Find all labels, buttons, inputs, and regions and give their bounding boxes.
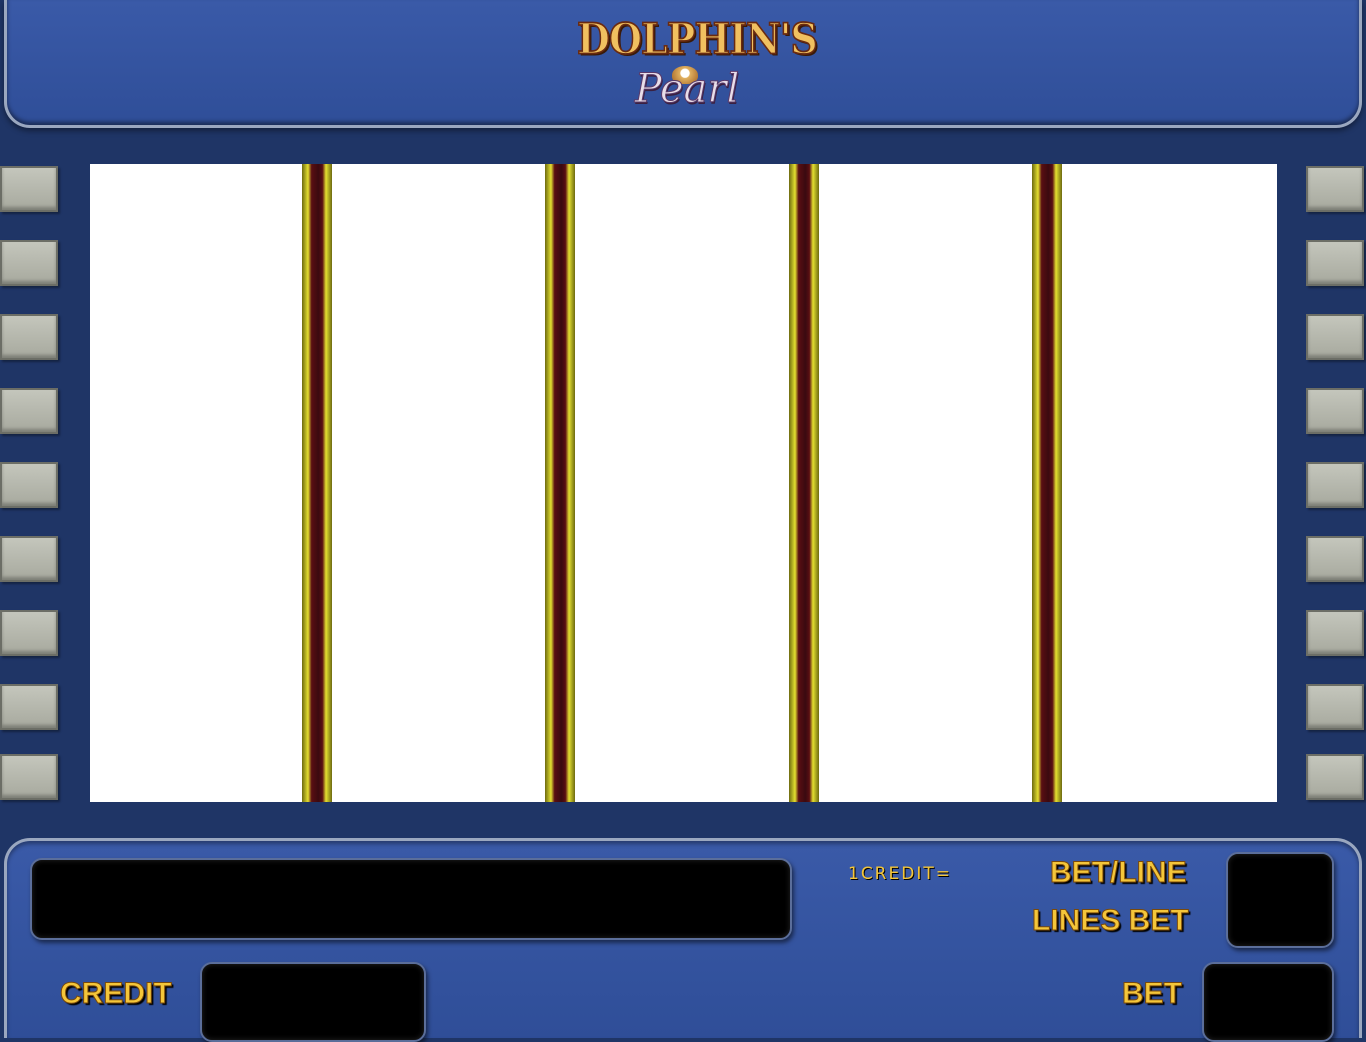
credit-label: CREDIT [60,977,173,1011]
credit-display [200,962,426,1042]
payline-marker-left[interactable] [0,536,58,582]
reel-window [90,164,1277,802]
payline-marker-left[interactable] [0,388,58,434]
payline-marker-left[interactable] [0,314,58,360]
payline-marker-right[interactable] [1306,536,1364,582]
game-logo: DOLPHIN'S Pearl [576,13,818,124]
payline-marker-left[interactable] [0,462,58,508]
reel-2 [332,164,545,802]
reel-5 [1062,164,1277,802]
reel-divider [545,164,575,802]
bet-display [1202,962,1334,1042]
reel-1 [90,164,302,802]
payline-marker-left[interactable] [0,166,58,212]
reel-divider [1032,164,1062,802]
payline-marker-right[interactable] [1306,240,1364,286]
payline-marker-right[interactable] [1306,314,1364,360]
logo-subtitle: Pearl [634,66,740,113]
payline-marker-left[interactable] [0,754,58,800]
payline-marker-right[interactable] [1306,388,1364,434]
bet-label: BET [1122,977,1183,1011]
reel-3 [575,164,789,802]
logo-title: DOLPHIN'S [576,13,818,64]
bet-lines-display [1226,852,1334,948]
reel-4 [819,164,1032,802]
payline-marker-right[interactable] [1306,610,1364,656]
reel-divider [789,164,819,802]
credit-value-label: 1CREDIT= [848,864,952,884]
top-banner: DOLPHIN'S Pearl [4,0,1362,128]
payline-marker-left[interactable] [0,240,58,286]
payline-marker-right[interactable] [1306,166,1364,212]
reel-divider [302,164,332,802]
payline-marker-left[interactable] [0,684,58,730]
payline-marker-right[interactable] [1306,684,1364,730]
payline-marker-left[interactable] [0,610,58,656]
bet-per-line-label: BET/LINE [1050,856,1188,890]
lines-bet-label: LINES BET [1032,904,1190,938]
message-display [30,858,792,940]
payline-marker-right[interactable] [1306,754,1364,800]
payline-marker-right[interactable] [1306,462,1364,508]
